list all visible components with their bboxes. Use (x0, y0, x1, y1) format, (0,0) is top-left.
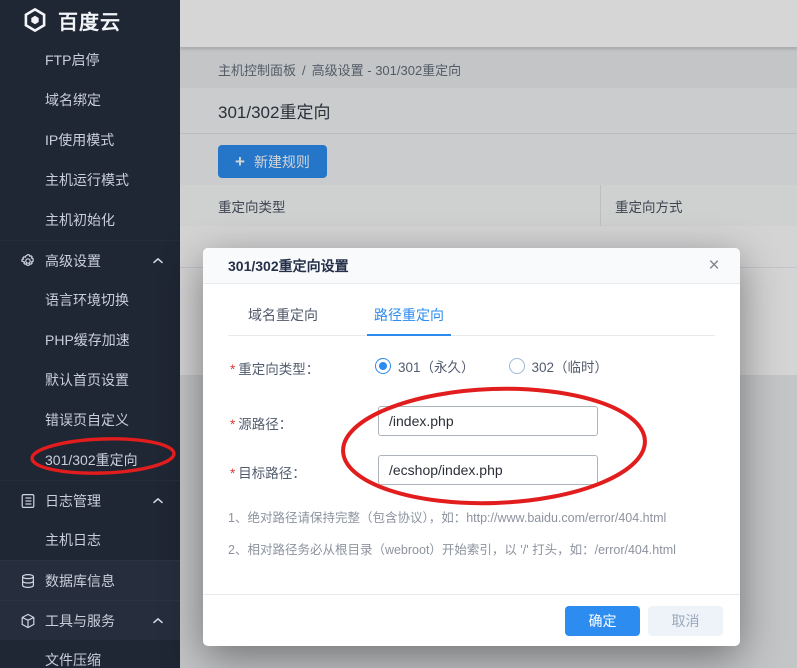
required-mark: * (230, 466, 235, 481)
close-icon[interactable]: × (700, 252, 728, 280)
sidebar-item-ftp[interactable]: FTP启停 (0, 40, 180, 80)
modal-footer: 确定 取消 (203, 594, 740, 646)
sidebar-menu: FTP启停域名绑定 IP使用模式主机运行模式主机初始化高级设置语言环境切换 PHP缓… (0, 40, 180, 668)
sidebar-item-advanced[interactable]: 高级设置 (0, 240, 180, 280)
modal-title: 301/302重定向设置 (228, 256, 349, 276)
radio-label: 301（永久） (398, 356, 475, 376)
radio-circle-icon (375, 358, 391, 374)
sidebar: 百度云 FTP启停域名绑定 IP使用模式主机运行模式主机初始化高级设置语言环境切换… (0, 0, 180, 668)
sidebar-item-redirect[interactable]: 301/302重定向 (0, 440, 180, 480)
sidebar-item-default-index[interactable]: 默认首页设置 (0, 360, 180, 400)
sidebar-item-label: IP使用模式 (45, 130, 114, 150)
cancel-button[interactable]: 取消 (648, 606, 723, 636)
gear-icon (20, 253, 36, 269)
sidebar-item-lang-switch[interactable]: 语言环境切换 (0, 280, 180, 320)
note-absolute-path: 1、绝对路径请保持完整（包含协议），如：http://www.baidu.com… (228, 507, 720, 526)
sidebar-item-label: 数据库信息 (45, 571, 115, 591)
redirect-type-label: *重定向类型： (230, 358, 319, 378)
brand-name: 百度云 (58, 6, 121, 35)
required-mark: * (230, 362, 235, 377)
chevron-up-icon (152, 497, 164, 505)
sidebar-item-label: 日志管理 (45, 491, 101, 511)
sidebar-item-host-log[interactable]: 主机日志 (0, 520, 180, 560)
tab-domain-redirect[interactable]: 域名重定向 (241, 300, 325, 336)
radio-302-temporary[interactable]: 302（临时） (509, 356, 609, 376)
sidebar-item-label: 错误页自定义 (45, 410, 129, 430)
sidebar-item-tools-services[interactable]: 工具与服务 (0, 600, 180, 640)
sidebar-item-label: 主机日志 (45, 530, 101, 550)
note-relative-path: 2、相对路径务必从根目录（webroot）开始索引，以 '/' 打头，如：/er… (228, 539, 720, 558)
sidebar-item-label: 工具与服务 (45, 611, 115, 631)
confirm-button[interactable]: 确定 (565, 606, 640, 636)
sidebar-item-domain-bind[interactable]: 域名绑定 (0, 80, 180, 120)
sidebar-item-log-manage[interactable]: 日志管理 (0, 480, 180, 520)
brand-logo: 百度云 (0, 0, 180, 40)
sidebar-item-run-mode[interactable]: 主机运行模式 (0, 160, 180, 200)
sidebar-item-label: FTP启停 (45, 50, 99, 70)
chevron-up-icon (152, 617, 164, 625)
source-path-input[interactable] (378, 406, 598, 436)
target-path-label: *目标路径： (230, 462, 306, 482)
required-mark: * (230, 417, 235, 432)
target-path-input[interactable] (378, 455, 598, 485)
sidebar-item-ip-mode[interactable]: IP使用模式 (0, 120, 180, 160)
sidebar-item-label: 主机初始化 (45, 210, 115, 230)
sidebar-item-label: 域名绑定 (45, 90, 101, 110)
sidebar-item-error-page[interactable]: 错误页自定义 (0, 400, 180, 440)
sidebar-item-file-compress[interactable]: 文件压缩 (0, 640, 180, 668)
chevron-up-icon (152, 257, 164, 265)
sidebar-item-label: PHP缓存加速 (45, 330, 130, 350)
log-icon (20, 493, 36, 509)
redirect-settings-modal: 301/302重定向设置 × 域名重定向 路径重定向 *重定向类型： 301（永久… (203, 248, 740, 646)
radio-301-permanent[interactable]: 301（永久） (375, 356, 475, 376)
tab-path-redirect[interactable]: 路径重定向 (367, 300, 451, 336)
source-path-label: *源路径： (230, 413, 292, 433)
sidebar-item-label: 主机运行模式 (45, 170, 129, 190)
modal-tabs: 域名重定向 路径重定向 (228, 300, 715, 336)
sidebar-item-database-info[interactable]: 数据库信息 (0, 560, 180, 600)
sidebar-item-label: 文件压缩 (45, 650, 101, 668)
radio-circle-icon (509, 358, 525, 374)
sidebar-item-host-init[interactable]: 主机初始化 (0, 200, 180, 240)
sidebar-item-label: 语言环境切换 (45, 290, 129, 310)
sidebar-item-php-cache[interactable]: PHP缓存加速 (0, 320, 180, 360)
modal-header: 301/302重定向设置 (203, 248, 740, 284)
database-icon (20, 573, 36, 589)
redirect-type-radio-group: 301（永久） 302（临时） (375, 356, 608, 376)
sidebar-item-label: 301/302重定向 (45, 450, 138, 470)
sidebar-item-label: 默认首页设置 (45, 370, 129, 390)
baidu-cloud-logo-icon (22, 7, 48, 33)
tools-icon (20, 613, 36, 629)
sidebar-item-label: 高级设置 (45, 251, 101, 271)
radio-label: 302（临时） (532, 356, 609, 376)
